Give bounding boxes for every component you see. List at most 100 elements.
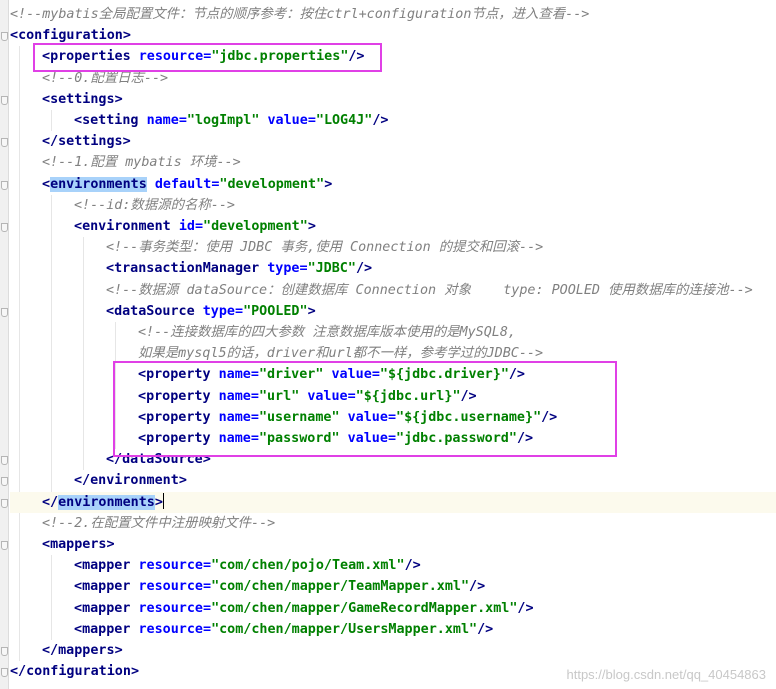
tag-bracket: < <box>74 579 83 595</box>
xml-tag-name: settings <box>58 134 123 150</box>
code-line[interactable]: <environments default="development"> <box>10 174 776 195</box>
code-line[interactable]: <mapper resource="com/chen/mapper/TeamMa… <box>10 576 776 597</box>
tag-bracket: > <box>154 494 163 510</box>
tag-bracket: /> <box>517 600 534 616</box>
xml-tag-name: environments <box>50 176 147 192</box>
code-line[interactable]: <settings> <box>10 89 776 110</box>
xml-attribute-value: logImpl <box>194 113 252 128</box>
code-line[interactable]: <!--mybatis全局配置文件：节点的顺序参考：按住ctrl+configu… <box>10 4 776 25</box>
code-line[interactable]: </environments> <box>10 491 776 513</box>
code-line[interactable]: </settings> <box>10 131 776 152</box>
tag-bracket: < <box>106 261 115 277</box>
code-line[interactable]: <mapper resource="com/chen/pojo/Team.xml… <box>10 555 776 576</box>
xml-attribute-value: com/chen/mapper/TeamMapper.xml <box>219 579 461 595</box>
fold-marker-icon[interactable] <box>1 456 8 466</box>
equals-sign: = <box>203 600 212 616</box>
xml-attribute-name: value <box>267 113 308 128</box>
fold-marker-icon[interactable] <box>1 180 8 190</box>
xml-tag-name: environment <box>90 473 179 489</box>
xml-tag-name: settings <box>50 91 115 107</box>
watermark: https://blog.csdn.net/qq_40454863 <box>566 667 767 682</box>
quote: " <box>186 113 195 128</box>
tag-bracket: < <box>106 303 115 319</box>
equals-sign: = <box>203 579 212 595</box>
code-line[interactable]: <mappers> <box>10 534 776 555</box>
fold-marker-icon[interactable] <box>1 477 8 487</box>
xml-comment: <!--0.配置日志--> <box>42 70 169 86</box>
fold-marker-icon[interactable] <box>1 223 8 232</box>
xml-attribute-value: POOLED <box>251 303 300 319</box>
tag-bracket: < <box>74 600 83 616</box>
code-line[interactable]: </environment> <box>10 470 776 491</box>
xml-attribute-value: JDBC <box>315 261 348 277</box>
equals-sign: = <box>299 261 308 277</box>
xml-tag-name: environment <box>82 219 171 234</box>
xml-attribute-name: type <box>202 303 235 319</box>
code-line[interactable]: <!--2.在配置文件中注册映射文件--> <box>10 513 776 534</box>
tag-bracket: </ <box>42 494 59 510</box>
fold-marker-icon[interactable] <box>1 138 8 148</box>
xml-tag-name: configuration <box>18 28 123 44</box>
quote: " <box>243 303 252 319</box>
tag-bracket: > <box>106 537 115 552</box>
code-line[interactable]: </mappers> <box>10 640 776 661</box>
tag-bracket: </ <box>42 643 59 658</box>
code-line[interactable]: <setting name="logImpl" value="LOG4J"/> <box>10 110 776 131</box>
tag-bracket: > <box>122 28 131 44</box>
quote: " <box>460 579 470 595</box>
code-line[interactable]: <!--id:数据源的名称--> <box>10 195 776 216</box>
code-line[interactable]: <environment id="development"> <box>10 216 776 237</box>
xml-tag-name: setting <box>82 113 139 128</box>
xml-tag-name: mapper <box>82 579 131 595</box>
xml-attribute-value: com/chen/mapper/UsersMapper.xml <box>219 621 470 637</box>
quote: " <box>299 219 308 234</box>
xml-tag-name: mapper <box>82 621 131 637</box>
code-line[interactable]: <mapper resource="com/chen/mapper/GameRe… <box>10 598 776 619</box>
code-line[interactable]: <dataSource type="POOLED"> <box>10 301 776 322</box>
code-line[interactable]: <mapper resource="com/chen/mapper/UsersM… <box>10 619 776 640</box>
xml-comment: <!--id:数据源的名称--> <box>74 197 235 213</box>
fold-marker-icon[interactable] <box>1 32 8 42</box>
code-line[interactable]: <!--数据源 dataSource：创建数据库 Connection 对象 t… <box>10 280 776 301</box>
tag-bracket: > <box>307 303 316 319</box>
quote: " <box>316 176 325 192</box>
fold-marker-icon[interactable] <box>1 647 8 656</box>
fold-marker-icon[interactable] <box>1 668 8 678</box>
tag-bracket: > <box>122 134 131 150</box>
tag-bracket: /> <box>355 261 373 277</box>
xml-attribute-value: development <box>227 176 317 192</box>
xml-attribute-name: resource <box>138 600 204 616</box>
tag-bracket: < <box>74 558 83 574</box>
fold-gutter[interactable] <box>0 0 9 689</box>
code-line[interactable]: <!--1.配置 mybatis 环境--> <box>10 152 776 173</box>
code-line[interactable]: <!--事务类型：使用 JDBC 事务,使用 Connection 的提交和回滚… <box>10 237 776 258</box>
code-line[interactable]: <!--连接数据库的四大参数 注意数据库版本使用的是MySQL8, <box>10 322 776 343</box>
tag-bracket: > <box>307 219 316 234</box>
xml-tag-name: mappers <box>58 643 115 658</box>
xml-attribute-name: resource <box>138 579 204 595</box>
quote: " <box>396 558 405 574</box>
text-cursor <box>162 492 164 509</box>
code-line[interactable]: <transactionManager type="JDBC"/> <box>10 258 776 279</box>
fold-marker-icon[interactable] <box>1 95 8 105</box>
fold-marker-icon[interactable] <box>1 541 8 550</box>
quote: " <box>211 600 220 616</box>
quote: " <box>211 621 220 637</box>
quote: " <box>211 579 220 595</box>
equals-sign: = <box>178 113 187 128</box>
xml-comment: <!--2.在配置文件中注册映射文件--> <box>42 515 276 531</box>
equals-sign: = <box>235 303 244 319</box>
fold-marker-icon[interactable] <box>1 307 8 317</box>
fold-marker-icon[interactable] <box>1 498 8 508</box>
tag-bracket: < <box>74 113 83 128</box>
code-editor[interactable]: <!--mybatis全局配置文件：节点的顺序参考：按住ctrl+configu… <box>0 0 776 689</box>
quote: " <box>203 219 212 234</box>
xml-tag-name: environments <box>58 494 155 510</box>
xml-comment: <!--连接数据库的四大参数 注意数据库版本使用的是MySQL8, <box>138 325 516 340</box>
